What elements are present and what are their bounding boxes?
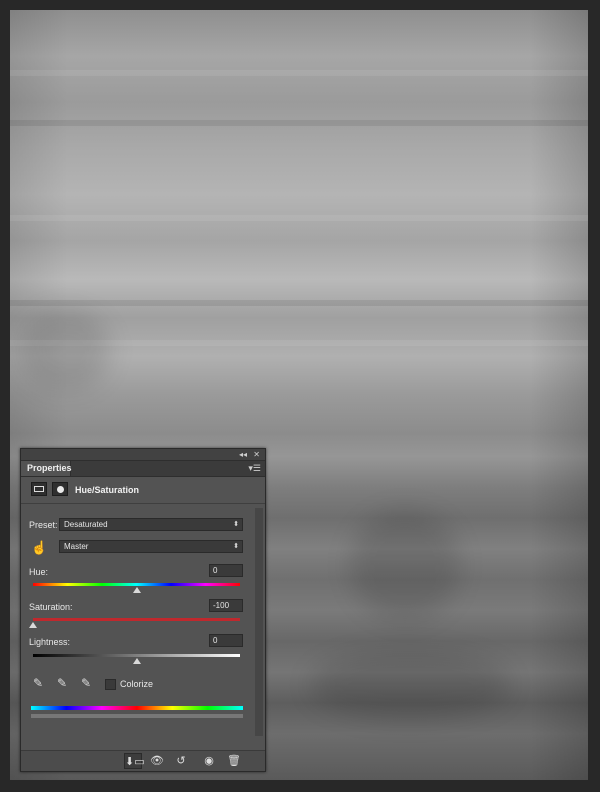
colorize-label: Colorize bbox=[120, 679, 154, 689]
lightness-label: Lightness: bbox=[29, 637, 71, 647]
panel-scrollbar[interactable] bbox=[255, 508, 263, 736]
hue-slider-thumb[interactable] bbox=[132, 587, 141, 593]
texture-blob bbox=[20, 310, 110, 390]
texture-streak bbox=[10, 70, 588, 76]
panel-menu-icon[interactable]: ▾☰ bbox=[248, 463, 261, 474]
saturation-label: Saturation: bbox=[29, 602, 73, 612]
mask-icon[interactable] bbox=[52, 482, 68, 496]
adjustment-header: Hue/Saturation bbox=[21, 477, 265, 504]
colorize-checkbox[interactable] bbox=[105, 679, 116, 690]
chevron-updown-icon: ⬍ bbox=[233, 543, 239, 550]
properties-panel: ◂◂ ✕ Properties ▾☰ Hue/Saturation Preset… bbox=[20, 448, 266, 772]
saturation-field[interactable]: -100 bbox=[209, 599, 243, 612]
reset-icon[interactable]: ↺ bbox=[172, 753, 190, 769]
lightness-slider-track[interactable] bbox=[33, 654, 240, 657]
lightness-field[interactable]: 0 bbox=[209, 634, 243, 647]
saturation-slider-thumb[interactable] bbox=[29, 622, 37, 628]
eye-icon[interactable]: ◉ bbox=[200, 753, 218, 769]
view-previous-state-icon[interactable]: 👁 bbox=[148, 753, 166, 769]
preset-label: Preset: bbox=[29, 520, 58, 530]
preset-select[interactable]: Desaturated ⬍ bbox=[59, 518, 243, 531]
eyedropper-icon[interactable]: ✎ bbox=[33, 676, 45, 690]
adjustment-title: Hue/Saturation bbox=[75, 485, 140, 495]
close-panel-button[interactable]: ✕ bbox=[253, 449, 260, 460]
texture-streak bbox=[10, 300, 588, 306]
output-color-bar bbox=[31, 714, 243, 718]
channel-select[interactable]: Master ⬍ bbox=[59, 540, 243, 553]
input-color-bar bbox=[31, 706, 243, 710]
adjustment-layer-icon[interactable] bbox=[31, 482, 47, 496]
texture-blob bbox=[350, 510, 460, 620]
eyedropper-minus-icon[interactable]: ✎ bbox=[81, 676, 93, 690]
saturation-slider-track[interactable] bbox=[33, 618, 240, 621]
clip-to-layer-icon[interactable]: ⬇▭ bbox=[124, 753, 145, 769]
collapse-panel-button[interactable]: ◂◂ bbox=[239, 449, 247, 460]
tab-properties[interactable]: Properties bbox=[21, 461, 72, 476]
chevron-updown-icon: ⬍ bbox=[233, 521, 239, 528]
texture-blob bbox=[310, 650, 510, 720]
texture-streak bbox=[10, 215, 588, 221]
panel-titlebar: ◂◂ ✕ bbox=[21, 449, 265, 461]
panel-tabbar: Properties ▾☰ bbox=[21, 461, 265, 477]
eyedropper-plus-icon[interactable]: ✎ bbox=[57, 676, 69, 690]
hue-slider-track[interactable] bbox=[33, 583, 240, 586]
channel-value: Master bbox=[64, 542, 89, 551]
panel-body: Preset: Desaturated ⬍ ☝ Master ⬍ Hue: 0 … bbox=[21, 504, 265, 744]
hue-field[interactable]: 0 bbox=[209, 564, 243, 577]
preset-value: Desaturated bbox=[64, 520, 108, 529]
hand-targeted-adjust-icon[interactable]: ☝ bbox=[31, 540, 49, 556]
panel-footer: ⬇▭ 👁 ↺ ◉ 🗑 bbox=[21, 750, 265, 771]
lightness-slider-thumb[interactable] bbox=[132, 658, 141, 664]
texture-streak bbox=[10, 120, 588, 126]
trash-icon[interactable]: 🗑 bbox=[225, 753, 243, 769]
hue-label: Hue: bbox=[29, 567, 49, 577]
